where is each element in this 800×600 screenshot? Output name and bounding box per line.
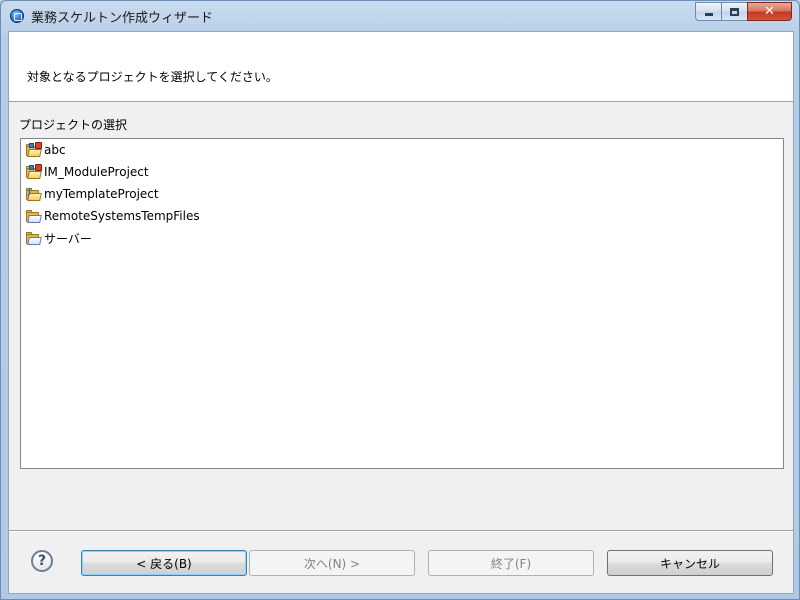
close-icon: ✕ <box>764 4 775 19</box>
wizard-header: 対象となるプロジェクトを選択してください。 <box>9 32 793 102</box>
project-name: myTemplateProject <box>44 187 159 201</box>
help-button[interactable]: ? <box>31 550 53 572</box>
cancel-button[interactable]: キャンセル <box>607 550 773 576</box>
maximize-button[interactable] <box>721 2 747 21</box>
project-name: サーバー <box>44 231 92 246</box>
project-selection-label: プロジェクトの選択 <box>19 118 128 132</box>
app-icon <box>10 9 24 23</box>
back-button[interactable]: < 戻る(B) <box>81 550 247 576</box>
header-message: 対象となるプロジェクトを選択してください。 <box>27 70 278 84</box>
list-item[interactable]: J myTemplateProject <box>26 184 159 204</box>
title-bar[interactable]: 業務スケルトン作成ウィザード ✕ <box>1 1 799 31</box>
project-name: IM_ModuleProject <box>44 165 149 179</box>
java-project-icon: J <box>26 187 42 201</box>
list-item[interactable]: abc <box>26 140 66 160</box>
minimize-button[interactable] <box>695 2 721 21</box>
wizard-window: 業務スケルトン作成ウィザード ✕ 対象となるプロジェクトを選択してください。 プ… <box>0 0 800 600</box>
java-project-icon <box>26 163 42 179</box>
open-folder-icon <box>26 231 42 245</box>
project-name: abc <box>44 143 66 157</box>
help-icon: ? <box>37 553 47 569</box>
maximize-icon <box>730 7 739 16</box>
project-list[interactable]: abc IM_ModuleProject J myTemplateProject… <box>20 138 784 469</box>
list-item[interactable]: IM_ModuleProject <box>26 162 149 182</box>
wizard-client-area: 対象となるプロジェクトを選択してください。 プロジェクトの選択 abc IM_M… <box>8 31 794 594</box>
close-button[interactable]: ✕ <box>747 2 792 21</box>
list-item[interactable]: RemoteSystemsTempFiles <box>26 206 200 226</box>
open-folder-icon <box>26 209 42 223</box>
next-button[interactable]: 次へ(N) > <box>249 550 415 576</box>
java-project-icon <box>26 141 42 157</box>
project-name: RemoteSystemsTempFiles <box>44 209 200 223</box>
button-bar-separator <box>9 530 793 532</box>
minimize-icon <box>704 13 713 16</box>
window-controls: ✕ <box>695 2 792 22</box>
finish-button[interactable]: 終了(F) <box>428 550 594 576</box>
window-title: 業務スケルトン作成ウィザード <box>31 11 214 26</box>
list-item[interactable]: サーバー <box>26 228 92 248</box>
